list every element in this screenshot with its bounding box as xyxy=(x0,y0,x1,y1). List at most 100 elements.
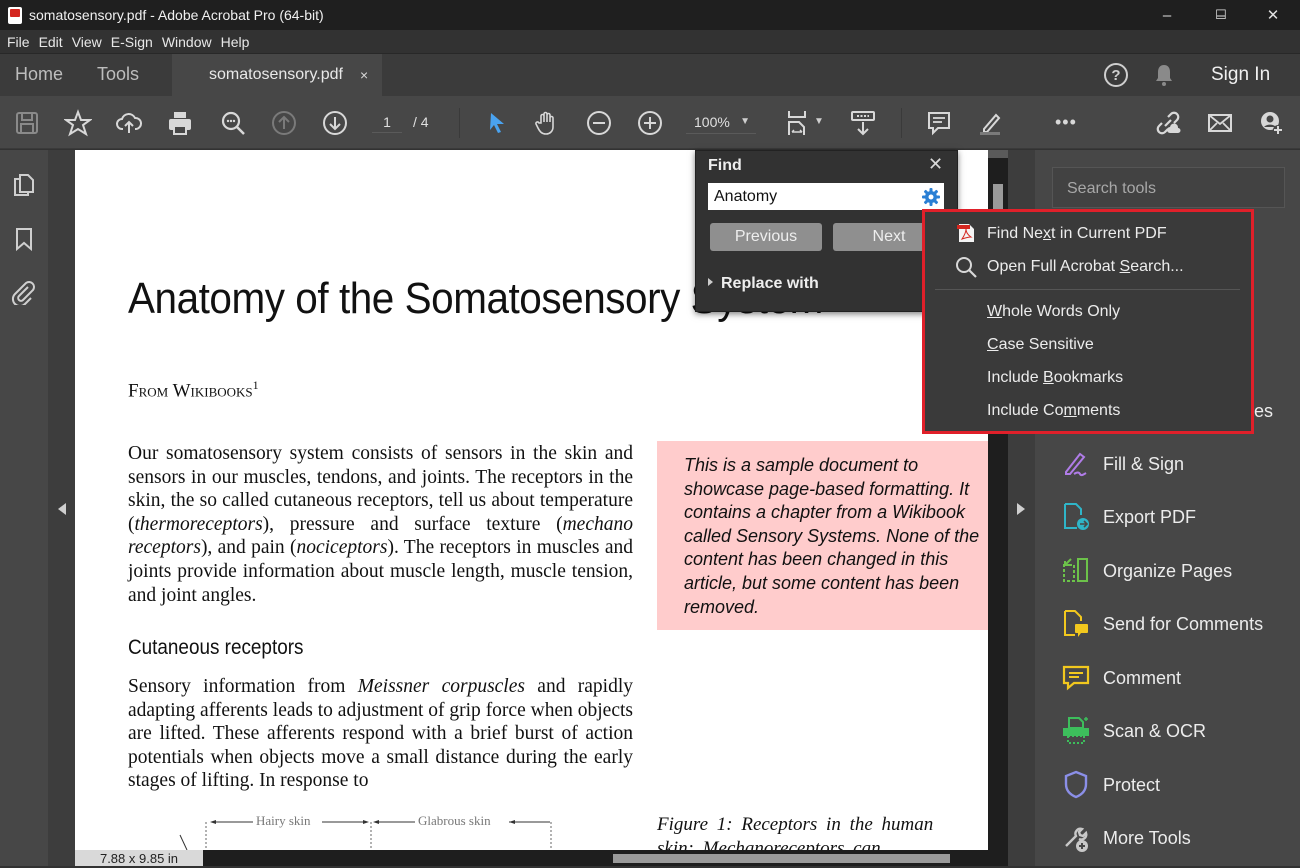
find-text-icon[interactable] xyxy=(218,108,248,138)
fill-sign-icon xyxy=(1065,452,1087,477)
zoom-level-dropdown[interactable]: 100% ▼ xyxy=(686,114,756,134)
tool-comment[interactable]: Comment xyxy=(1060,660,1181,696)
previous-page-icon[interactable] xyxy=(269,108,299,138)
figure-label-glabrous-skin: Glabrous skin xyxy=(418,813,491,828)
tool-label: Scan & OCR xyxy=(1103,720,1207,741)
menu-item-find-next-in-current-pdf[interactable]: Find Next in Current PDF xyxy=(987,225,1167,243)
italic-term: thermoreceptors xyxy=(134,513,263,535)
comment-icon[interactable] xyxy=(924,108,954,138)
menu-item-text: Find Ne xyxy=(987,225,1044,242)
print-icon[interactable] xyxy=(165,108,195,138)
pdf-icon xyxy=(957,224,974,242)
menu-item-text: t in Current PDF xyxy=(1051,225,1167,242)
menu-item-open-full-acrobat-search[interactable]: Open Full Acrobat Search... xyxy=(987,258,1184,276)
highlight-icon[interactable] xyxy=(975,108,1005,138)
menu-esign[interactable]: E-Sign xyxy=(111,34,153,50)
gear-icon[interactable] xyxy=(921,187,941,207)
star-icon[interactable] xyxy=(63,108,93,138)
attachments-icon[interactable] xyxy=(11,279,37,305)
more-tools-icon[interactable]: ••• xyxy=(1055,112,1077,133)
current-page-input[interactable]: 1 xyxy=(372,114,402,133)
select-cursor-icon[interactable] xyxy=(482,108,512,138)
collapse-right-panel-icon[interactable] xyxy=(1017,503,1025,515)
notifications-bell-icon[interactable] xyxy=(1153,63,1175,87)
expand-left-panel-icon[interactable] xyxy=(58,503,66,515)
tool-label: Send for Comments xyxy=(1103,613,1264,634)
menu-item-whole-words-only[interactable]: Whole Words Only xyxy=(987,303,1120,321)
tool-scan-ocr[interactable]: Scan & OCR xyxy=(1060,713,1206,749)
maximize-button[interactable]: ☐ xyxy=(1198,0,1244,30)
scan-ocr-icon xyxy=(1063,717,1089,744)
figure-diagram xyxy=(179,820,552,850)
replace-with-toggle[interactable]: Replace with xyxy=(708,275,819,293)
share-link-icon[interactable] xyxy=(1153,108,1183,138)
minimize-button[interactable]: – xyxy=(1144,0,1190,30)
tab-tools[interactable]: Tools xyxy=(97,64,139,85)
menu-item-text: S xyxy=(1119,258,1131,275)
tool-protect[interactable]: Protect xyxy=(1060,767,1160,803)
menu-item-text: W xyxy=(987,303,1003,320)
next-page-icon[interactable] xyxy=(320,108,350,138)
menu-view[interactable]: View xyxy=(72,34,102,50)
bookmarks-icon[interactable] xyxy=(11,226,37,252)
tool-send-for-comments[interactable]: Send for Comments xyxy=(1060,606,1263,642)
menu-item-case-sensitive[interactable]: Case Sensitive xyxy=(987,336,1094,354)
menu-item-text: earch... xyxy=(1130,258,1184,275)
expand-triangle-icon xyxy=(708,277,713,286)
menu-item-text: Include xyxy=(987,369,1044,386)
tool-more-tools[interactable]: More Tools xyxy=(1060,820,1191,856)
page-thumbnails-icon[interactable] xyxy=(11,172,37,198)
cloud-upload-icon[interactable] xyxy=(114,108,144,138)
protect-shield-icon xyxy=(1064,770,1088,799)
text-run: ), and pain ( xyxy=(200,537,297,559)
close-tab-icon[interactable]: × xyxy=(360,67,368,83)
footnote-marker: 1 xyxy=(252,378,259,392)
sign-in-button[interactable]: Sign In xyxy=(1211,64,1270,86)
add-user-icon[interactable] xyxy=(1256,108,1286,138)
title-bar: somatosensory.pdf - Adobe Acrobat Pro (6… xyxy=(0,0,1300,30)
zoom-in-icon[interactable] xyxy=(635,108,665,138)
tab-home[interactable]: Home xyxy=(15,64,63,85)
organize-pages-icon xyxy=(1063,558,1088,582)
find-input[interactable] xyxy=(708,183,944,210)
tab-document[interactable]: somatosensory.pdf × xyxy=(172,54,382,96)
zoom-level-value: 100% xyxy=(694,114,730,130)
menu-item-text: ments xyxy=(1076,402,1121,419)
fit-options-chevron-icon[interactable]: ▼ xyxy=(814,116,824,127)
text-run: ), pressure and surface texture ( xyxy=(262,513,563,535)
menu-window[interactable]: Window xyxy=(162,34,212,50)
hand-tool-icon[interactable] xyxy=(532,108,562,138)
export-pdf-icon xyxy=(1064,503,1089,530)
previous-button[interactable]: Previous xyxy=(710,223,822,251)
help-icon[interactable]: ? xyxy=(1104,63,1128,87)
menu-item-include-bookmarks[interactable]: Include Bookmarks xyxy=(987,369,1123,387)
fit-page-icon[interactable] xyxy=(784,108,814,138)
toolbar-divider xyxy=(901,108,902,138)
menu-item-text: ase Sensitive xyxy=(998,336,1094,353)
email-icon[interactable] xyxy=(1205,108,1235,138)
tool-export-pdf[interactable]: Export PDF xyxy=(1060,499,1196,535)
zoom-out-icon[interactable] xyxy=(584,108,614,138)
acrobat-app-icon xyxy=(8,6,22,24)
tool-label: Export PDF xyxy=(1103,506,1197,527)
tool-fill-sign[interactable]: Fill & Sign xyxy=(1060,446,1184,482)
menu-help[interactable]: Help xyxy=(221,34,250,50)
close-window-button[interactable]: ✕ xyxy=(1250,0,1296,30)
tool-label: More Tools xyxy=(1103,827,1191,848)
find-panel-title: Find xyxy=(708,157,742,174)
menu-item-text: m xyxy=(1063,402,1077,419)
horizontal-scrollbar-thumb[interactable] xyxy=(613,854,950,863)
close-find-icon[interactable]: ✕ xyxy=(928,154,943,175)
menu-edit[interactable]: Edit xyxy=(39,34,63,50)
window-title: somatosensory.pdf - Adobe Acrobat Pro (6… xyxy=(29,7,324,23)
menu-file[interactable]: File xyxy=(7,34,30,50)
figure-label-hairy-skin: Hairy skin xyxy=(256,813,311,828)
save-icon[interactable] xyxy=(12,108,42,138)
tool-organize-pages[interactable]: Organize Pages xyxy=(1060,553,1232,589)
menu-item-include-comments[interactable]: Include Comments xyxy=(987,402,1120,420)
search-tools-input[interactable]: Search tools xyxy=(1052,167,1285,208)
send-for-comments-icon xyxy=(1064,610,1088,637)
left-navigation-rail xyxy=(0,150,48,866)
scrolling-mode-icon[interactable] xyxy=(848,108,878,138)
text-run: Sensory information from xyxy=(128,676,358,697)
